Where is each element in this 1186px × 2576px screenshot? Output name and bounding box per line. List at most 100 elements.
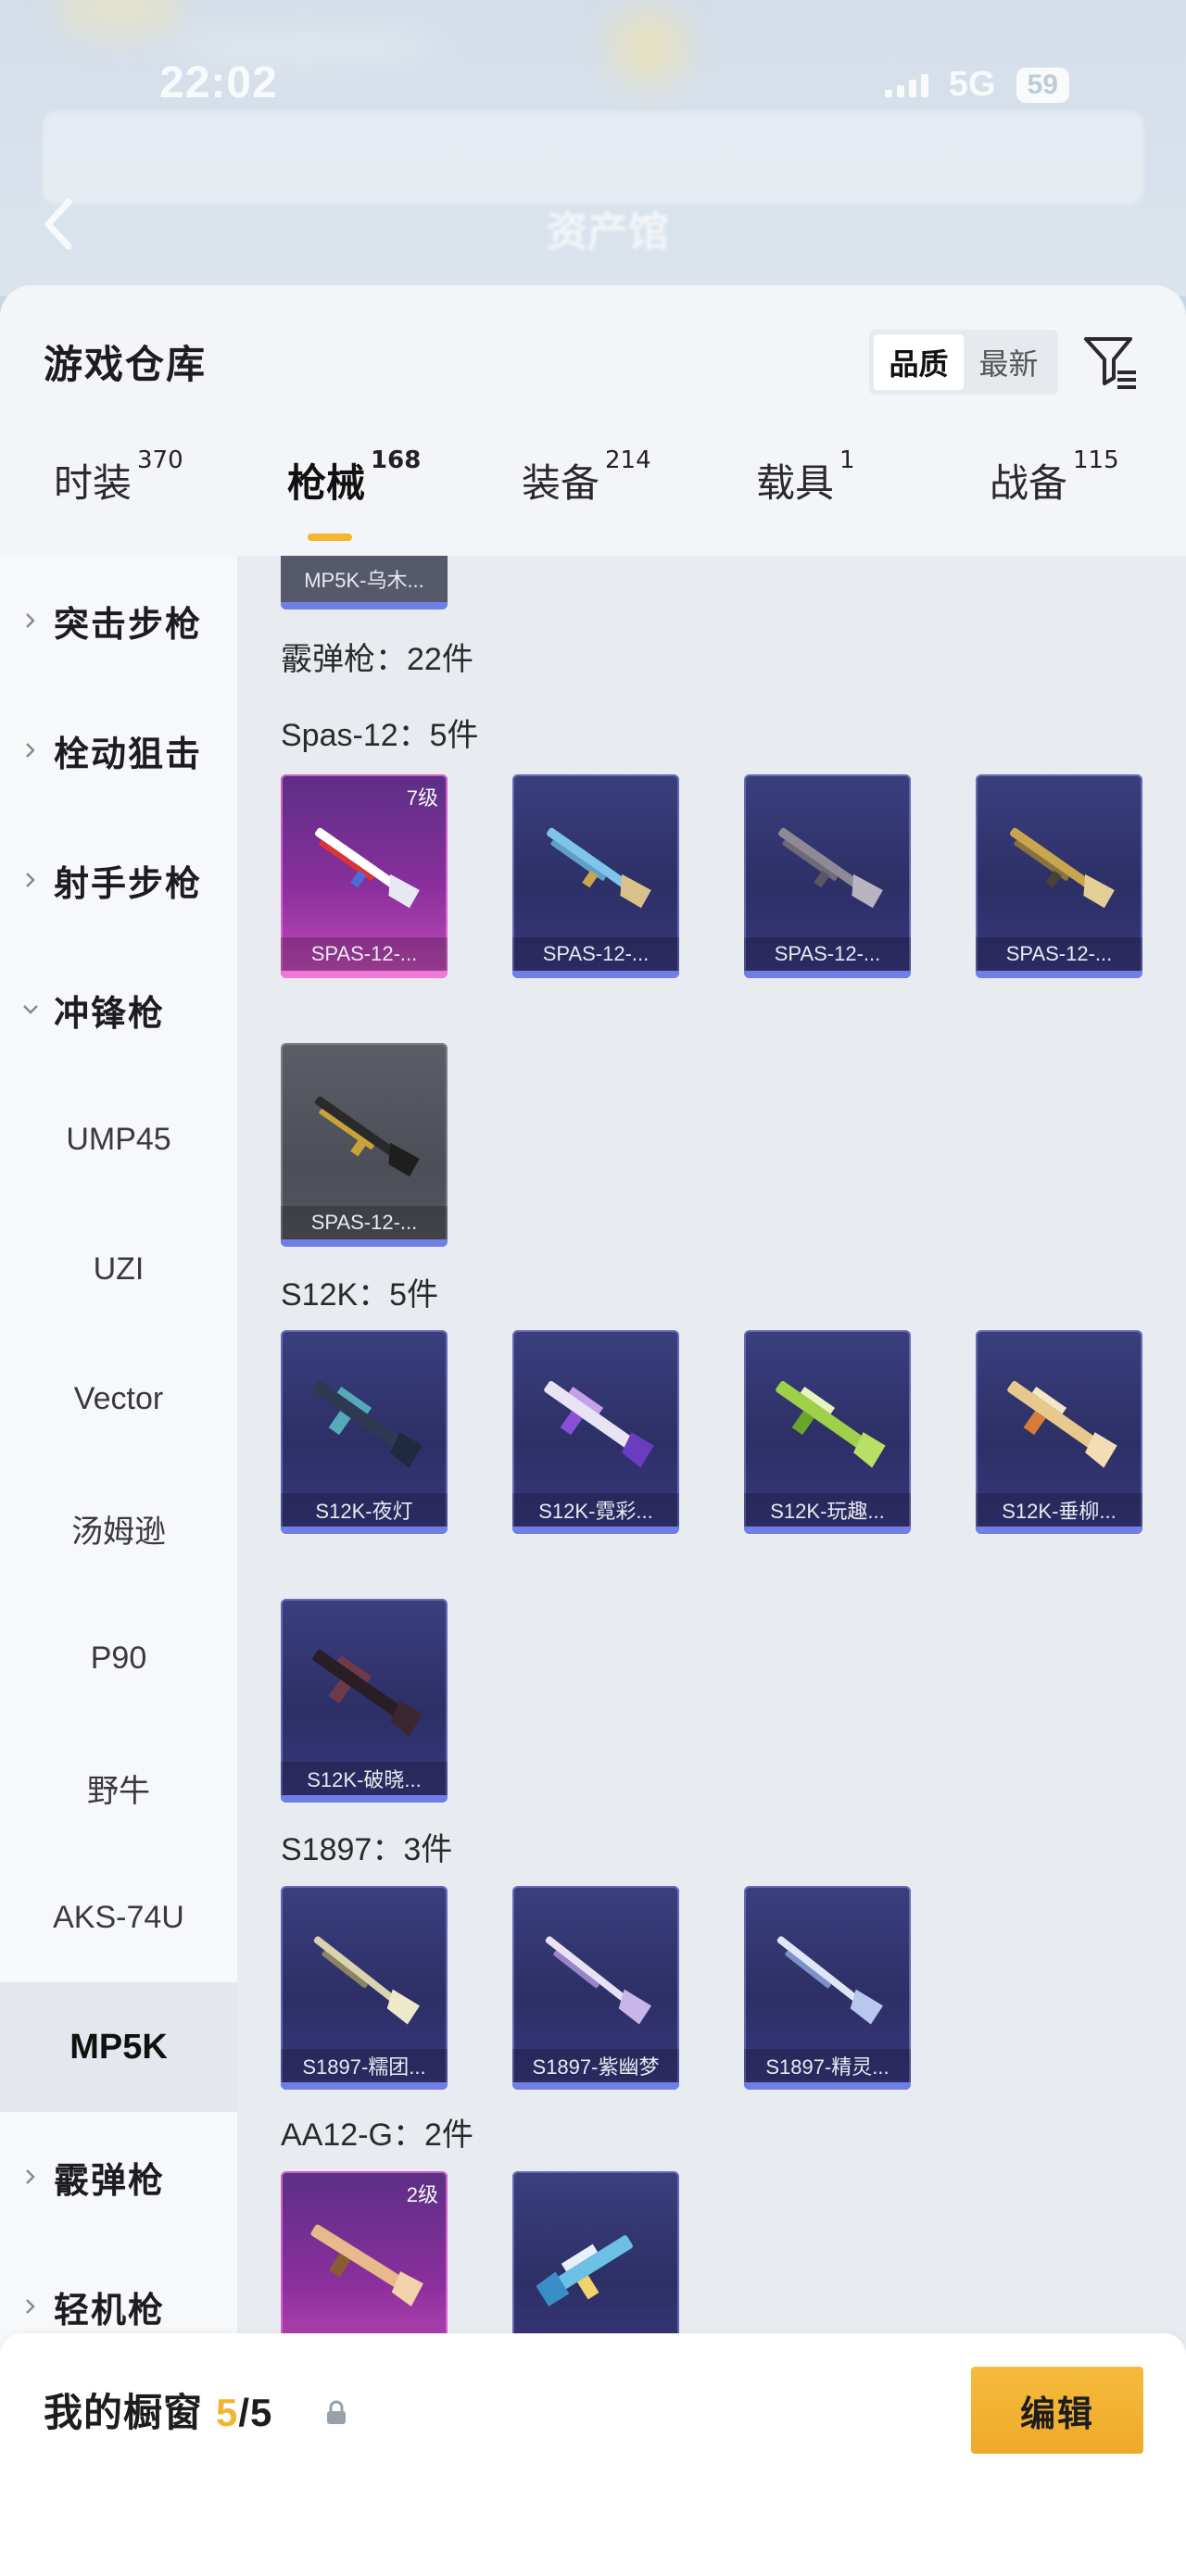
sidebar-item-assault-rifle[interactable]: 突击步枪: [0, 556, 237, 685]
sidebar-item-label: 霰弹枪: [54, 2159, 166, 2201]
tab-firearms[interactable]: 枪械 168: [287, 446, 421, 509]
back-icon[interactable]: [41, 196, 78, 252]
network-label: 5G: [948, 65, 996, 104]
rifle-icon: [544, 1380, 654, 1468]
rifle-icon: [776, 1380, 886, 1468]
tab-fashion[interactable]: 时装 370: [54, 446, 183, 509]
item-card-label: SPAS-12-...: [281, 937, 448, 971]
rarity-bar: [744, 971, 911, 978]
sidebar-subitem-thompson[interactable]: 汤姆逊: [0, 1464, 237, 1593]
background-title: 资产馆: [547, 208, 669, 256]
tab-count: 370: [137, 446, 183, 474]
status-time: 22:02: [159, 58, 278, 107]
item-card-label: SPAS-12-...: [744, 937, 911, 971]
sidebar-item-smg[interactable]: 冲锋枪: [0, 945, 237, 1074]
item-card[interactable]: SPAS-12-...: [744, 774, 911, 978]
item-card-label: S1897-精灵...: [744, 2049, 911, 2082]
showcase-used: 5: [216, 2391, 239, 2434]
sidebar-item-shotgun[interactable]: 霰弹枪: [0, 2112, 237, 2242]
sidebar-subitem-bizon[interactable]: 野牛: [0, 1723, 237, 1853]
showcase-label: 我的橱窗 5 /5: [44, 2381, 272, 2438]
page-title: 游戏仓库: [44, 342, 208, 387]
item-card[interactable]: 7级 SPAS-12-...: [281, 774, 448, 978]
chevron-right-icon: [26, 743, 35, 758]
group-title: S12K：5件: [281, 1277, 439, 1313]
tab-count: 115: [1073, 446, 1119, 474]
item-card[interactable]: SPAS-12-...: [281, 1043, 448, 1247]
tab-label: 枪械: [287, 460, 366, 506]
showcase-total: /5: [238, 2391, 273, 2434]
tab-label: 装备: [522, 460, 600, 506]
shotgun-icon: [313, 1936, 421, 2025]
group-title: AA12-G：2件: [281, 2117, 473, 2153]
item-card[interactable]: S12K-破晓...: [281, 1599, 448, 1803]
item-card[interactable]: S12K-垂柳...: [976, 1330, 1142, 1534]
rarity-bar: [512, 2082, 679, 2090]
rifle-icon: [1007, 1380, 1117, 1468]
shotgun-icon: [315, 1096, 420, 1177]
tab-label: 载具: [756, 460, 835, 506]
sidebar-subitem-vector[interactable]: Vector: [0, 1334, 237, 1464]
item-card-label: S12K-垂柳...: [976, 1493, 1142, 1527]
tab-label: 战备: [990, 460, 1068, 506]
sidebar-item-marksman[interactable]: 射手步枪: [0, 815, 237, 945]
chevron-right-icon: [26, 2299, 35, 2314]
item-card-label: SPAS-12-...: [281, 1206, 448, 1239]
item-card-label: SPAS-12-...: [512, 937, 679, 971]
rifle-icon: [312, 1649, 423, 1737]
item-card-label: S12K-夜灯: [281, 1493, 448, 1527]
group-title: S1897：3件: [281, 1832, 453, 1867]
item-card[interactable]: MP5K-乌木...: [281, 556, 448, 609]
showcase-bar: 我的橱窗 5 /5 编辑: [0, 2333, 1186, 2576]
edit-button[interactable]: 编辑: [971, 2367, 1143, 2454]
sidebar-subitem-p90[interactable]: P90: [0, 1593, 237, 1723]
item-grid: MP5K-乌木... 霰弹枪：22件 Spas-12：5件 7级 SPAS-12…: [237, 556, 1186, 2576]
rifle-icon: [536, 2235, 633, 2307]
warehouse-sheet: 游戏仓库 品质 最新 时装 370 枪械 168 装备 214 载具 1 战备 115: [0, 285, 1186, 2576]
weapon-type-sidebar: 突击步枪 栓动狙击 射手步枪 冲锋枪 UMP45 UZI Vector 汤姆逊 …: [0, 556, 237, 2576]
rifle-icon: [310, 2224, 423, 2307]
sidebar-subitem-ump45[interactable]: UMP45: [0, 1074, 237, 1204]
item-card[interactable]: S12K-霓彩...: [512, 1330, 679, 1534]
item-card[interactable]: S1897-精灵...: [744, 1886, 911, 2090]
item-card[interactable]: S1897-糯团...: [281, 1886, 448, 2090]
rarity-bar: [281, 602, 448, 609]
rarity-bar: [281, 2082, 448, 2090]
item-card[interactable]: SPAS-12-...: [976, 774, 1142, 978]
group-title: Spas-12：5件: [281, 718, 479, 753]
sort-newest[interactable]: 最新: [964, 334, 1054, 390]
shotgun-icon: [315, 827, 420, 909]
tab-count: 168: [371, 446, 422, 474]
item-card-label: S1897-糯团...: [281, 2049, 448, 2082]
item-card[interactable]: S12K-夜灯: [281, 1330, 448, 1534]
item-card[interactable]: SPAS-12-...: [512, 774, 679, 978]
filter-icon[interactable]: [1080, 332, 1140, 391]
signal-icon: [884, 73, 928, 97]
item-card-label: S1897-紫幽梦: [512, 2049, 679, 2082]
shotgun-icon: [547, 827, 651, 909]
sidebar-item-label: 冲锋枪: [54, 992, 166, 1034]
tab-vehicles[interactable]: 载具 1: [756, 446, 855, 509]
chevron-right-icon: [26, 2169, 35, 2184]
sidebar-subitem-uzi[interactable]: UZI: [0, 1204, 237, 1334]
sidebar-subitem-mp5k[interactable]: MP5K: [0, 1982, 237, 2112]
battery-icon: 59: [1016, 67, 1069, 103]
item-card[interactable]: S12K-玩趣...: [744, 1330, 911, 1534]
tab-equipment[interactable]: 装备 214: [522, 446, 651, 509]
sort-toggle: 品质 最新: [869, 330, 1058, 395]
rarity-bar: [976, 1527, 1142, 1534]
rarity-bar: [512, 971, 679, 978]
sidebar-item-bolt-sniper[interactable]: 栓动狙击: [0, 685, 237, 815]
tab-supplies[interactable]: 战备 115: [990, 446, 1119, 509]
shotgun-icon: [1010, 827, 1115, 909]
item-card-label: SPAS-12-...: [976, 937, 1142, 971]
sidebar-item-label: 轻机枪: [54, 2289, 166, 2331]
sort-quality[interactable]: 品质: [874, 334, 964, 390]
background-toolbar: [43, 111, 1143, 204]
background-page: 22:02 5G 59 资产馆: [0, 0, 1186, 296]
sidebar-subitem-aks74u[interactable]: AKS-74U: [0, 1853, 237, 1982]
tab-count: 214: [605, 446, 651, 474]
item-card[interactable]: S1897-紫幽梦: [512, 1886, 679, 2090]
lock-icon: [327, 2400, 346, 2424]
chevron-right-icon: [26, 873, 35, 887]
